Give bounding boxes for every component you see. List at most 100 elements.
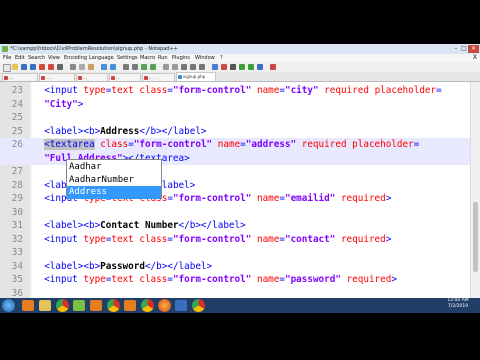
menu-view[interactable]: View — [48, 54, 60, 62]
close-button[interactable]: ✕ — [468, 45, 479, 53]
run-macro-multiple-icon[interactable] — [248, 64, 254, 70]
code-line[interactable]: 30 — [0, 206, 470, 220]
redo-icon[interactable] — [110, 64, 116, 70]
undo-icon[interactable] — [101, 64, 107, 70]
zoom-in-icon[interactable] — [141, 64, 147, 70]
new-file-icon[interactable] — [3, 64, 11, 72]
abc-spellcheck-icon[interactable] — [270, 64, 276, 70]
close-document-icon[interactable]: X — [473, 54, 477, 62]
code-token: "password" — [284, 274, 341, 285]
sync-horizontal-icon[interactable] — [172, 64, 178, 70]
code-line[interactable]: 35 <input type=text class="form-control"… — [0, 273, 470, 287]
stop-macro-icon[interactable] — [230, 64, 236, 70]
record-macro-icon[interactable] — [221, 64, 227, 70]
code-token: placeholder — [374, 85, 437, 96]
minimize-button[interactable]: – — [452, 45, 460, 53]
code-text: <label><b>Address</b></label> — [33, 125, 206, 139]
play-macro-icon[interactable] — [239, 64, 245, 70]
code-token: text — [111, 233, 134, 245]
firefox-icon[interactable] — [158, 299, 171, 312]
menu-window[interactable]: Window — [195, 54, 215, 62]
find-icon[interactable] — [123, 64, 129, 70]
start-orb-icon[interactable] — [2, 299, 15, 312]
chrome-icon[interactable] — [141, 299, 154, 312]
file-tab[interactable]: ... — [142, 73, 175, 81]
code-line[interactable]: 23 <input type=text class="form-control"… — [0, 84, 470, 98]
menu-run[interactable]: Run — [158, 54, 168, 62]
menu-encoding[interactable]: Encoding — [64, 54, 87, 62]
line-number: 24 — [11, 98, 23, 110]
scrollbar-thumb[interactable] — [473, 202, 478, 272]
code-line[interactable]: 24 "City"> — [0, 98, 470, 112]
file-tab[interactable]: ... — [39, 73, 75, 81]
line-number: 33 — [11, 247, 23, 258]
code-line[interactable]: 31 <label><b>Contact Number</b></label> — [0, 219, 470, 233]
code-token: class — [139, 274, 168, 285]
menu-bar: File Edit Search View Encoding Language … — [0, 54, 480, 62]
vertical-scrollbar[interactable] — [470, 82, 480, 303]
media-icon[interactable] — [175, 300, 187, 311]
system-clock[interactable]: 12:00 AM 7/2/2019 — [440, 298, 476, 310]
file-tab[interactable]: ... — [76, 73, 108, 81]
menu-help[interactable]: ? — [220, 54, 223, 62]
autocomplete-item-selected[interactable]: Address — [67, 186, 161, 199]
code-line[interactable]: 26 <textarea class="form-control" name="… — [0, 138, 470, 152]
save-all-icon[interactable] — [30, 64, 36, 70]
file-tab[interactable]: ... — [109, 73, 141, 81]
menu-plugins[interactable]: Plugins — [172, 54, 190, 62]
chrome-icon[interactable] — [192, 299, 205, 312]
code-token: required — [340, 233, 386, 245]
paste-icon[interactable] — [88, 64, 94, 70]
chrome-icon[interactable] — [56, 299, 69, 312]
xampp-icon[interactable] — [124, 300, 136, 311]
save-icon[interactable] — [21, 64, 27, 70]
menu-language[interactable]: Language — [89, 54, 114, 62]
indent-guide-icon[interactable] — [199, 64, 205, 70]
code-line[interactable]: 25 — [0, 111, 470, 125]
xampp-icon[interactable] — [22, 300, 34, 311]
menu-settings[interactable]: Settings — [117, 54, 138, 62]
cut-icon[interactable] — [70, 64, 76, 70]
notepadpp-icon[interactable] — [73, 300, 85, 311]
replace-icon[interactable] — [132, 64, 138, 70]
chrome-icon[interactable] — [107, 299, 120, 312]
code-token: type — [83, 233, 106, 245]
open-file-icon[interactable] — [12, 64, 18, 70]
save-macro-icon[interactable] — [257, 64, 263, 70]
screen: *C:\xampp\htdocs\CivilProblemResolution\… — [0, 0, 480, 360]
autocomplete-item[interactable]: AadharNumber — [67, 174, 161, 187]
code-line[interactable]: 34 <label><b>Password</b></label> — [0, 260, 470, 274]
code-token: > — [391, 274, 397, 285]
show-all-chars-icon[interactable] — [190, 64, 196, 70]
line-number: 25 — [11, 125, 23, 137]
code-line[interactable]: 25 <label><b>Address</b></label> — [0, 125, 470, 139]
close-all-icon[interactable] — [48, 64, 54, 70]
doc-map-icon[interactable] — [212, 64, 218, 70]
sync-vertical-icon[interactable] — [163, 64, 169, 70]
zoom-out-icon[interactable] — [150, 64, 156, 70]
line-number: 26 — [11, 139, 23, 150]
code-token: type — [83, 85, 106, 96]
code-token: Contact Number — [100, 220, 179, 231]
code-token: "form-control" — [172, 85, 252, 96]
line-number: 35 — [11, 274, 23, 285]
close-icon[interactable] — [39, 64, 45, 70]
code-token: <label><b> — [33, 260, 101, 272]
menu-search[interactable]: Search — [28, 54, 45, 62]
tab-signup-php[interactable]: signup.php — [176, 72, 216, 81]
autocomplete-item[interactable]: Aadhar — [67, 161, 161, 174]
code-token: <label><b> — [33, 220, 101, 231]
menu-edit[interactable]: Edit — [15, 54, 25, 62]
code-line[interactable]: 32 <input type=text class="form-control"… — [0, 233, 470, 247]
explorer-icon[interactable] — [39, 300, 51, 311]
copy-icon[interactable] — [79, 64, 85, 70]
word-wrap-icon[interactable] — [181, 64, 187, 70]
code-token: = — [436, 85, 442, 96]
print-icon[interactable] — [57, 64, 63, 70]
xampp-icon[interactable] — [90, 300, 102, 311]
file-tab[interactable]: ... — [2, 73, 38, 81]
maximize-button[interactable]: □ — [460, 45, 468, 53]
code-line[interactable]: 33 — [0, 246, 470, 260]
menu-file[interactable]: File — [3, 54, 11, 62]
menu-macro[interactable]: Macro — [140, 54, 155, 62]
